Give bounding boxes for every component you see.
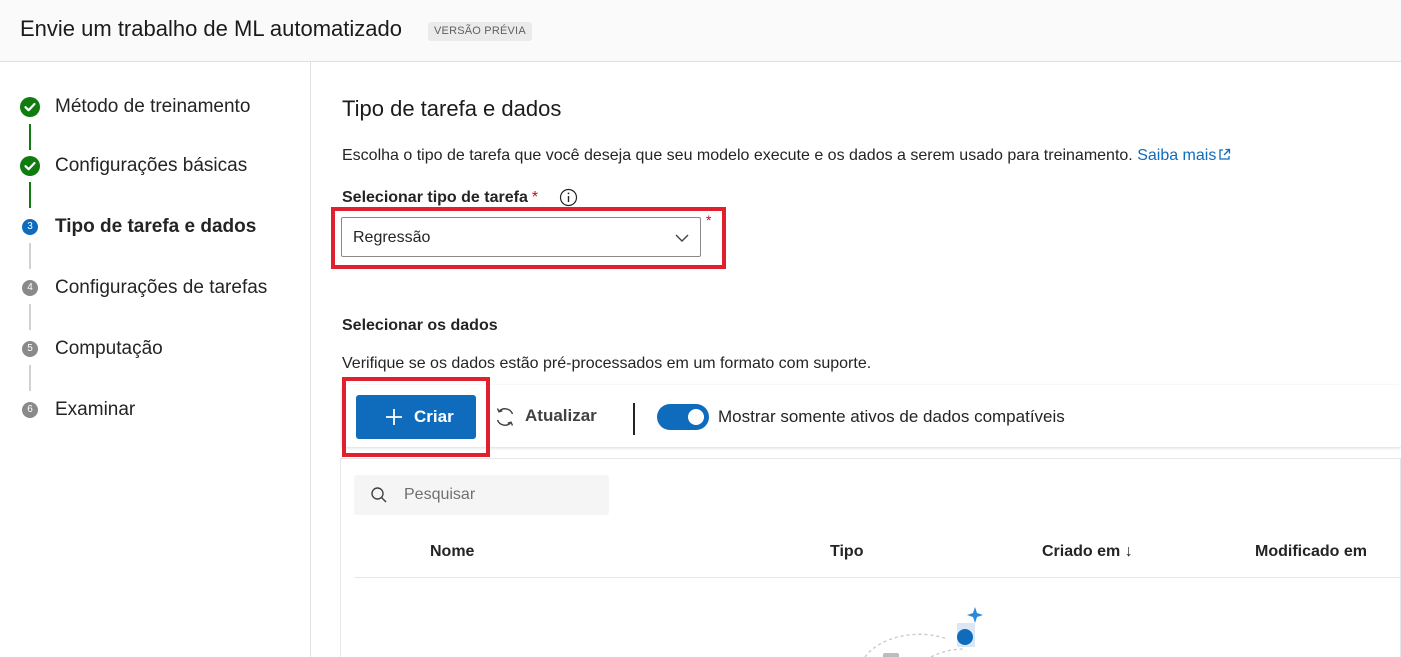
step-number: 6: [22, 402, 38, 418]
learn-more-label: Saiba mais: [1137, 147, 1217, 164]
page-title: Envie um trabalho de ML automatizado: [20, 16, 402, 41]
task-type-value: Regressão: [353, 229, 431, 246]
check-icon: [20, 97, 40, 117]
step-label: Examinar: [55, 399, 136, 420]
step-connector: [29, 182, 31, 208]
check-icon: [20, 156, 40, 176]
step-connector: [29, 243, 31, 269]
toggle-knob: [688, 409, 704, 425]
section-title: Tipo de tarefa e dados: [342, 96, 562, 121]
step-label: Tipo de tarefa e dados: [55, 216, 257, 237]
step-label: Método de treinamento: [55, 96, 251, 117]
highlight-box: [342, 377, 490, 457]
column-header-created[interactable]: Criado em ↓: [1042, 543, 1133, 561]
section-description: Escolha o tipo de tarefa que você deseja…: [342, 147, 1231, 165]
search-input[interactable]: [404, 485, 594, 505]
step-training-method[interactable]: Método de treinamento: [0, 92, 311, 122]
page-header: Envie um trabalho de ML automatizado VER…: [0, 0, 1401, 62]
step-number: 5: [22, 341, 38, 357]
step-number: 3: [22, 219, 38, 235]
step-task-settings[interactable]: 4 Configurações de tarefas: [0, 273, 311, 303]
refresh-icon: [496, 408, 514, 426]
data-assets-table: Nome Tipo Criado em ↓ Modificado em: [340, 458, 1401, 657]
step-connector: [29, 304, 31, 330]
step-connector: [29, 365, 31, 391]
search-icon: [371, 487, 387, 503]
refresh-button-label: Atualizar: [525, 406, 597, 425]
step-label: Configurações de tarefas: [55, 277, 268, 298]
step-basic-settings[interactable]: Configurações básicas: [0, 151, 311, 181]
step-label: Computação: [55, 338, 163, 359]
required-asterisk: *: [706, 212, 712, 228]
search-box[interactable]: [354, 475, 609, 515]
description-text: Escolha o tipo de tarefa que você deseja…: [342, 147, 1133, 164]
column-header-modified[interactable]: Modificado em: [1255, 543, 1367, 561]
wizard-steps: Método de treinamento Configurações bási…: [0, 62, 311, 657]
preview-badge: VERSÃO PRÉVIA: [428, 22, 532, 41]
main-content: Tipo de tarefa e dados Escolha o tipo de…: [312, 62, 1401, 657]
learn-more-link[interactable]: Saiba mais: [1137, 147, 1231, 164]
step-label: Configurações básicas: [55, 155, 248, 176]
data-toolbar: Criar Atualizar Mostrar somente ativos d…: [342, 385, 1401, 447]
column-header-name[interactable]: Nome: [430, 543, 474, 561]
column-header-type[interactable]: Tipo: [830, 543, 863, 561]
compatible-assets-toggle[interactable]: [657, 404, 709, 430]
task-type-label-text: Selecionar tipo de tarefa: [342, 189, 528, 206]
toolbar-divider: [633, 403, 635, 435]
header-divider: [354, 577, 1401, 578]
task-type-label: Selecionar tipo de tarefa *: [342, 189, 538, 207]
task-type-dropdown[interactable]: Regressão: [341, 217, 701, 257]
chevron-down-icon: [675, 234, 689, 242]
step-compute[interactable]: 5 Computação: [0, 334, 311, 364]
toggle-label: Mostrar somente ativos de dados compatív…: [718, 407, 1065, 426]
step-task-type-data[interactable]: 3 Tipo de tarefa e dados: [0, 212, 311, 242]
step-connector: [29, 124, 31, 150]
empty-state-illustration: [864, 607, 983, 657]
step-review[interactable]: 6 Examinar: [0, 395, 311, 425]
external-link-icon: [1219, 148, 1231, 160]
info-icon[interactable]: [559, 188, 578, 207]
data-section-description: Verifique se os dados estão pré-processa…: [342, 355, 872, 372]
data-section-title: Selecionar os dados: [342, 317, 498, 334]
required-asterisk: *: [531, 189, 539, 206]
step-number: 4: [22, 280, 38, 296]
